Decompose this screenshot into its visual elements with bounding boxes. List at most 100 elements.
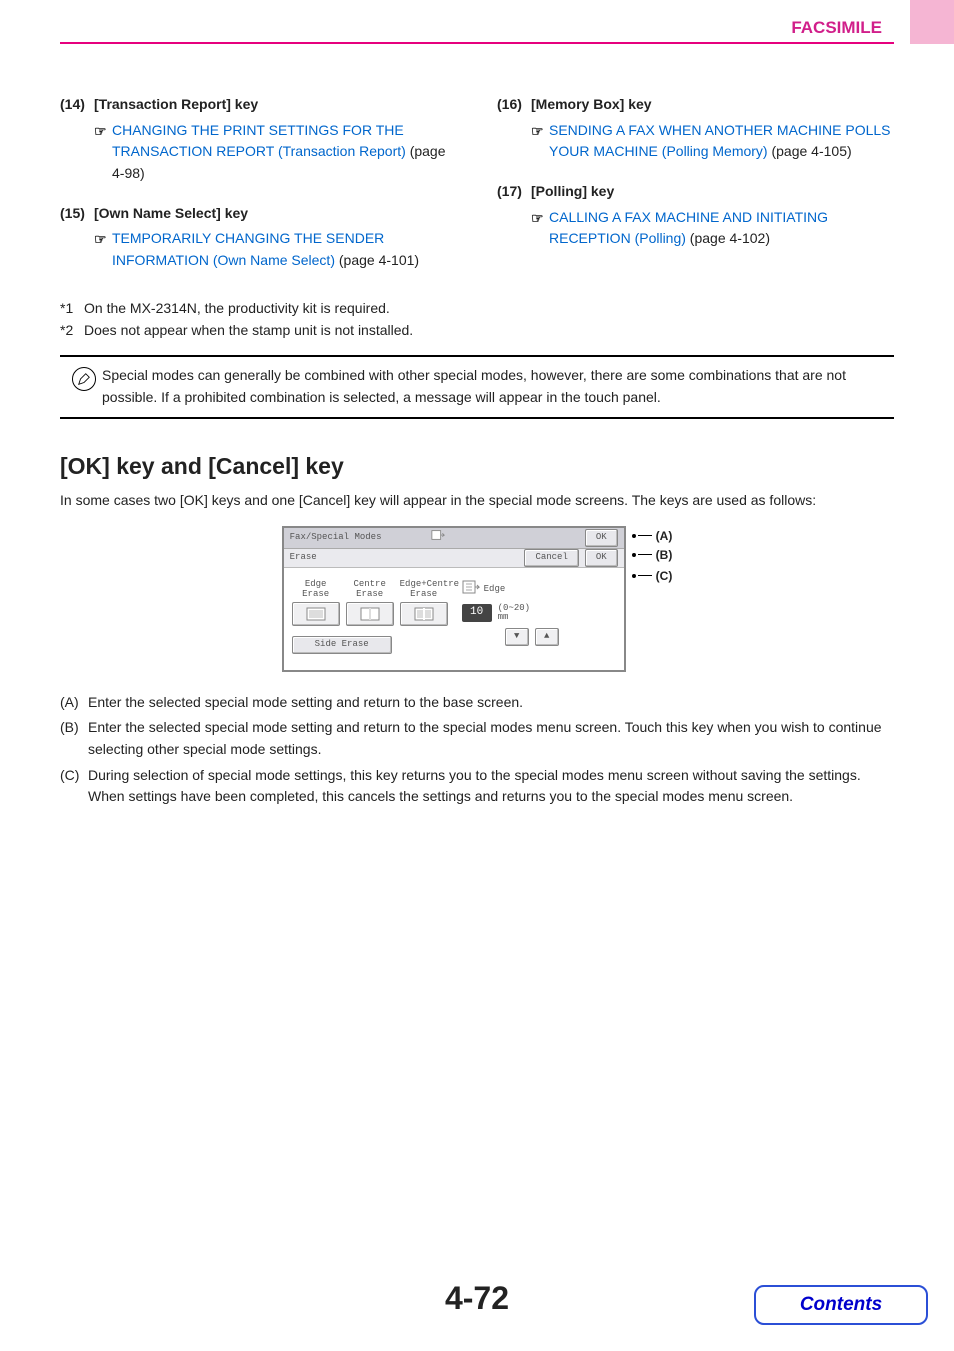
note-text: Special modes can generally be combined … [102, 365, 888, 408]
definition-a: (A) Enter the selected special mode sett… [60, 692, 894, 714]
ok-b-button[interactable]: OK [585, 549, 618, 567]
left-column: (14) [Transaction Report] key ☞ CHANGING… [60, 94, 457, 290]
reference-page: (page 4-101) [335, 252, 419, 268]
definition-text: During selection of special mode setting… [88, 765, 894, 808]
pointer-icon: ☞ [94, 122, 110, 144]
reference-text: TEMPORARILY CHANGING THE SENDER INFORMAT… [112, 228, 457, 271]
section-heading: [OK] key and [Cancel] key [60, 449, 894, 485]
header-rule [60, 42, 894, 44]
definition-mark: (C) [60, 765, 88, 808]
ui-panel: Fax/Special Modes OK Erase Cancel OK [282, 526, 626, 672]
edge-unit: mm [498, 613, 530, 622]
item-number: (14) [60, 94, 94, 185]
increase-button[interactable]: ▲ [535, 628, 559, 646]
ui-body: EdgeErase CentreErase [284, 568, 624, 670]
tile-label: EdgeErase [292, 580, 340, 600]
reference-link[interactable]: CHANGING THE PRINT SETTINGS FOR THE TRAN… [112, 122, 406, 160]
footnote-text: On the MX-2314N, the productivity kit is… [84, 298, 390, 320]
cancel-button[interactable]: Cancel [524, 549, 578, 567]
ui-title: Fax/Special Modes [290, 531, 382, 545]
ui-titlebar: Fax/Special Modes OK [284, 528, 624, 549]
item-reference: ☞ CALLING A FAX MACHINE AND INITIATING R… [531, 207, 894, 250]
key-item-16: (16) [Memory Box] key ☞ SENDING A FAX WH… [497, 94, 894, 163]
footnote-mark: *2 [60, 320, 84, 342]
value-arrows: ▼ ▲ [462, 628, 602, 646]
tile-icon [292, 602, 340, 626]
definition-mark: (A) [60, 692, 88, 714]
footnote-2: *2 Does not appear when the stamp unit i… [60, 320, 894, 342]
edge-value: 10 [462, 604, 492, 622]
edge-row: Edge [462, 580, 602, 600]
page-header: FACSIMILE [60, 18, 894, 44]
key-item-14: (14) [Transaction Report] key ☞ CHANGING… [60, 94, 457, 185]
item-reference: ☞ CHANGING THE PRINT SETTINGS FOR THE TR… [94, 120, 457, 185]
reference-text: CHANGING THE PRINT SETTINGS FOR THE TRAN… [112, 120, 457, 185]
footnotes: *1 On the MX-2314N, the productivity kit… [60, 298, 894, 341]
item-reference: ☞ SENDING A FAX WHEN ANOTHER MACHINE POL… [531, 120, 894, 163]
contents-button[interactable]: Contents [754, 1285, 928, 1325]
header-title: FACSIMILE [60, 18, 894, 42]
pointer-icon: ☞ [531, 209, 547, 231]
page-edge-icon [462, 580, 480, 600]
erase-tile-group: EdgeErase CentreErase [292, 580, 452, 654]
edge-unit-group: (0~20) mm [498, 604, 530, 622]
note-box: Special modes can generally be combined … [60, 355, 894, 418]
callout-labels: (A) (B) (C) [632, 526, 673, 588]
item-title: [Memory Box] key [531, 94, 894, 116]
tile-label: Edge+CentreErase [400, 580, 448, 600]
tile-icon [400, 602, 448, 626]
ok-a-button[interactable]: OK [585, 529, 618, 547]
tile-centre-erase[interactable]: CentreErase [346, 580, 394, 626]
right-column: (16) [Memory Box] key ☞ SENDING A FAX WH… [497, 94, 894, 290]
callout-c: (C) [632, 564, 673, 588]
ui-illustration: Fax/Special Modes OK Erase Cancel OK [282, 526, 673, 672]
ui-illustration-wrap: Fax/Special Modes OK Erase Cancel OK [60, 526, 894, 672]
tile-edge-erase[interactable]: EdgeErase [292, 580, 340, 626]
key-item-15: (15) [Own Name Select] key ☞ TEMPORARILY… [60, 203, 457, 272]
chapter-tab [910, 0, 954, 44]
tile-icon [346, 602, 394, 626]
ui-subtitle: Erase [290, 551, 317, 565]
ui-subbar: Erase Cancel OK [284, 549, 624, 568]
definition-b: (B) Enter the selected special mode sett… [60, 717, 894, 760]
content: (14) [Transaction Report] key ☞ CHANGING… [60, 94, 894, 808]
item-body: [Polling] key ☞ CALLING A FAX MACHINE AN… [531, 181, 894, 250]
edge-label: Edge [484, 583, 506, 597]
definition-text: Enter the selected special mode setting … [88, 717, 894, 760]
item-title: [Own Name Select] key [94, 203, 457, 225]
tile-label: CentreErase [346, 580, 394, 600]
tile-edge-centre-erase[interactable]: Edge+CentreErase [400, 580, 448, 626]
item-number: (16) [497, 94, 531, 163]
callout-b: (B) [632, 546, 673, 564]
reference-page: (page 4-105) [768, 143, 852, 159]
item-body: [Memory Box] key ☞ SENDING A FAX WHEN AN… [531, 94, 894, 163]
side-erase-button[interactable]: Side Erase [292, 636, 392, 654]
edge-value-group: Edge 10 (0~20) mm ▼ ▲ [462, 580, 602, 654]
item-body: [Transaction Report] key ☞ CHANGING THE … [94, 94, 457, 185]
definitions: (A) Enter the selected special mode sett… [60, 692, 894, 808]
page: FACSIMILE (14) [Transaction Report] key … [0, 0, 954, 1351]
pointer-icon: ☞ [94, 230, 110, 252]
reference-page: (page 4-102) [686, 230, 770, 246]
item-number: (15) [60, 203, 94, 272]
definition-mark: (B) [60, 717, 88, 760]
item-reference: ☞ TEMPORARILY CHANGING THE SENDER INFORM… [94, 228, 457, 271]
item-body: [Own Name Select] key ☞ TEMPORARILY CHAN… [94, 203, 457, 272]
item-title: [Polling] key [531, 181, 894, 203]
item-number: (17) [497, 181, 531, 250]
pencil-icon [72, 367, 96, 391]
callout-a: (A) [632, 526, 673, 546]
section-intro: In some cases two [OK] keys and one [Can… [60, 490, 894, 512]
note-icon-wrap [66, 365, 102, 391]
side-erase-wrap: Side Erase [292, 632, 452, 654]
definition-text: Enter the selected special mode setting … [88, 692, 523, 714]
decrease-button[interactable]: ▼ [505, 628, 529, 646]
footnote-mark: *1 [60, 298, 84, 320]
pointer-icon: ☞ [531, 122, 547, 144]
reference-text: SENDING A FAX WHEN ANOTHER MACHINE POLLS… [549, 120, 894, 163]
definition-c: (C) During selection of special mode set… [60, 765, 894, 808]
ui-subbar-buttons: Cancel OK [524, 549, 617, 567]
key-list-columns: (14) [Transaction Report] key ☞ CHANGING… [60, 94, 894, 290]
item-title: [Transaction Report] key [94, 94, 457, 116]
footnote-text: Does not appear when the stamp unit is n… [84, 320, 413, 342]
